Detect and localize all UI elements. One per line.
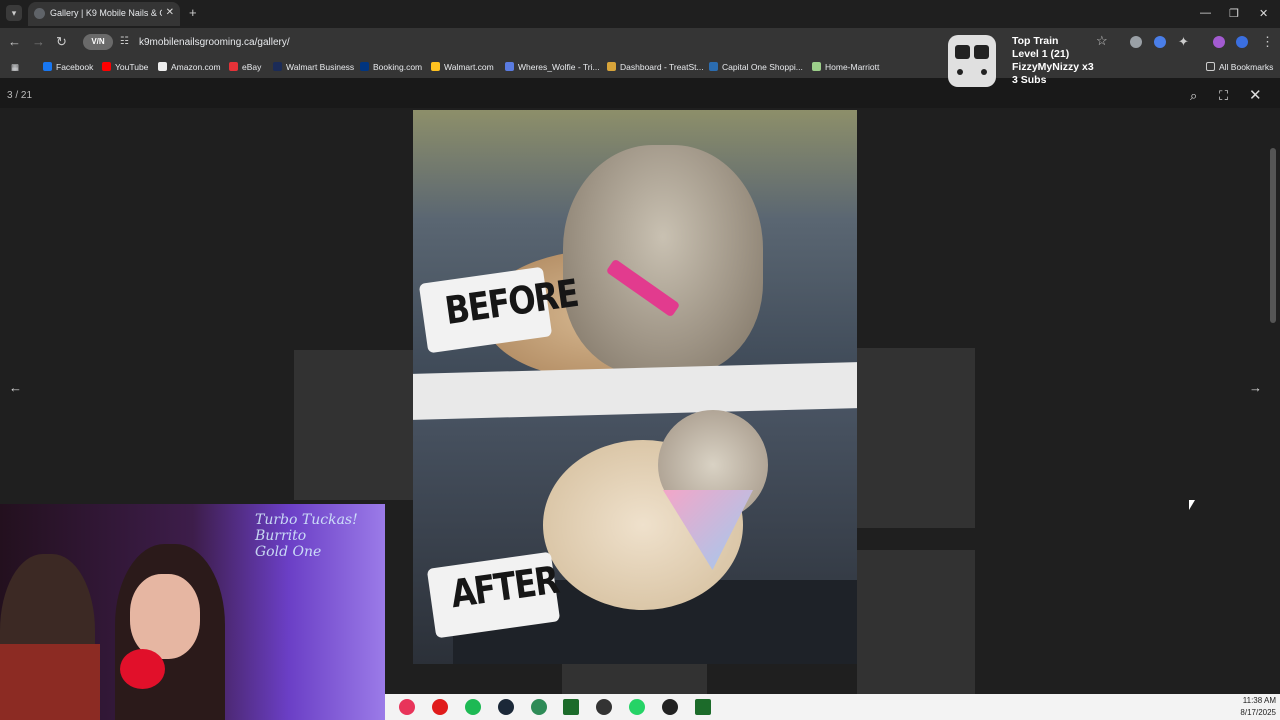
app-icon[interactable]	[596, 699, 612, 715]
neon-sign: Turbo Tuckas! Burrito Gold One	[255, 512, 358, 560]
image-counter: 3 / 21	[7, 90, 33, 101]
mouse-cursor-icon	[1189, 500, 1195, 510]
bookmark-facebook[interactable]: Facebook	[43, 62, 93, 72]
zoom-icon[interactable]: ⌕	[1190, 88, 1197, 104]
new-tab-icon[interactable]: +	[189, 5, 197, 20]
bookmark-walmart[interactable]: Walmart.com	[431, 62, 494, 72]
bookmark-amazon[interactable]: Amazon.com	[158, 62, 221, 72]
bookmark-youtube[interactable]: YouTube	[102, 62, 148, 72]
tab-strip: ▾ Gallery | K9 Mobile Nails & Gro... ✕ +…	[0, 0, 1280, 28]
streamer-left-shirt	[0, 644, 100, 720]
all-bookmarks[interactable]: All Bookmarks	[1206, 62, 1273, 72]
dog-before-head	[563, 145, 763, 375]
lightbox-close-icon[interactable]: ✕	[1249, 86, 1262, 104]
booking-icon	[360, 62, 369, 71]
extension-shield-icon[interactable]	[1130, 36, 1142, 48]
restore-icon[interactable]: ❐	[1229, 7, 1239, 20]
reload-icon[interactable]: ↻	[56, 34, 67, 50]
facebook-icon	[43, 62, 52, 71]
site-info-icon[interactable]: ☷	[120, 36, 129, 47]
background-gallery-thumb	[294, 350, 414, 500]
background-gallery-thumb	[562, 664, 707, 694]
train-level: Level 1 (21)	[1012, 48, 1070, 60]
walmart-business-icon	[273, 62, 282, 71]
window-close-icon[interactable]: ✕	[1259, 7, 1268, 20]
minimize-icon[interactable]: —	[1200, 7, 1211, 19]
microphone	[120, 649, 165, 689]
train-title: Top Train	[1012, 35, 1059, 47]
bookmark-wheres-wolfie[interactable]: Wheres_Wolfie - Tri...	[505, 62, 600, 72]
scrollbar-thumb[interactable]	[1270, 148, 1276, 323]
bookmark-booking[interactable]: Booking.com	[360, 62, 422, 72]
youtube-icon[interactable]	[432, 699, 448, 715]
walmart-spark-icon	[431, 62, 440, 71]
taskbar: 11:38 AM 8/17/2025	[385, 694, 1280, 720]
tab-close-icon[interactable]: ✕	[166, 7, 174, 18]
tab-title: Gallery | K9 Mobile Nails & Gro...	[50, 8, 162, 18]
tab-search-icon[interactable]: ▾	[6, 5, 22, 21]
train-contributor: FizzyMyNizzy x3	[1012, 61, 1094, 73]
marriott-icon	[812, 62, 821, 71]
ebay-icon	[229, 62, 238, 71]
next-arrow-icon[interactable]: →	[1249, 380, 1262, 395]
extension-check-icon[interactable]	[1236, 36, 1248, 48]
webcam-overlay: Turbo Tuckas! Burrito Gold One	[0, 504, 385, 720]
bookmark-treatstream[interactable]: Dashboard - TreatSt...	[607, 62, 704, 72]
background-gallery-thumb	[857, 550, 975, 694]
vpn-extension-pill[interactable]: V/N	[83, 34, 113, 50]
background-gallery-thumb	[857, 348, 975, 528]
clock-time[interactable]: 11:38 AM	[1243, 696, 1276, 705]
extension-blue-icon[interactable]	[1154, 36, 1166, 48]
extensions-puzzle-icon[interactable]: ✦	[1178, 34, 1189, 50]
back-icon[interactable]: ←	[8, 34, 21, 49]
spotify-icon[interactable]	[465, 699, 481, 715]
game-icon[interactable]	[563, 699, 579, 715]
forward-icon[interactable]: →	[32, 34, 45, 49]
bookmark-ebay[interactable]: eBay	[229, 62, 261, 72]
url-field[interactable]: k9mobilenailsgrooming.ca/gallery/	[139, 37, 290, 48]
prev-arrow-icon[interactable]: ←	[9, 380, 22, 395]
apps-grid-icon[interactable]: ▦	[11, 62, 19, 73]
bookmark-marriott[interactable]: Home-Marriott	[812, 62, 879, 72]
amazon-icon	[158, 62, 167, 71]
fullscreen-icon[interactable]: ⛶	[1219, 88, 1228, 104]
steam-icon[interactable]	[498, 699, 514, 715]
treatstream-icon	[607, 62, 616, 71]
whatsapp-icon[interactable]	[629, 699, 645, 715]
site-favicon-icon	[34, 8, 45, 19]
clock-date[interactable]: 8/17/2025	[1240, 708, 1276, 717]
profile-avatar[interactable]	[1213, 36, 1225, 48]
tab-gallery[interactable]: Gallery | K9 Mobile Nails & Gro... ✕	[28, 2, 180, 26]
menu-kebab-icon[interactable]: ⋮	[1261, 34, 1274, 50]
gallery-photo: BEFORE AFTER	[413, 110, 857, 664]
media-icon[interactable]	[662, 699, 678, 715]
youtube-icon	[102, 62, 111, 71]
streamer-right-face	[130, 574, 200, 659]
top-train-widget: Top Train Level 1 (21) FizzyMyNizzy x3 3…	[946, 33, 1106, 91]
wolfie-icon	[505, 62, 514, 71]
game-icon[interactable]	[695, 699, 711, 715]
train-icon	[948, 35, 996, 87]
folder-icon	[1206, 62, 1215, 71]
bookmark-capital-one[interactable]: Capital One Shoppi...	[709, 62, 803, 72]
capital-one-icon	[709, 62, 718, 71]
train-subs: 3 Subs	[1012, 74, 1047, 86]
bookmark-walmart-business[interactable]: Walmart Business	[273, 62, 354, 72]
maps-icon[interactable]	[399, 699, 415, 715]
app-icon[interactable]	[531, 699, 547, 715]
